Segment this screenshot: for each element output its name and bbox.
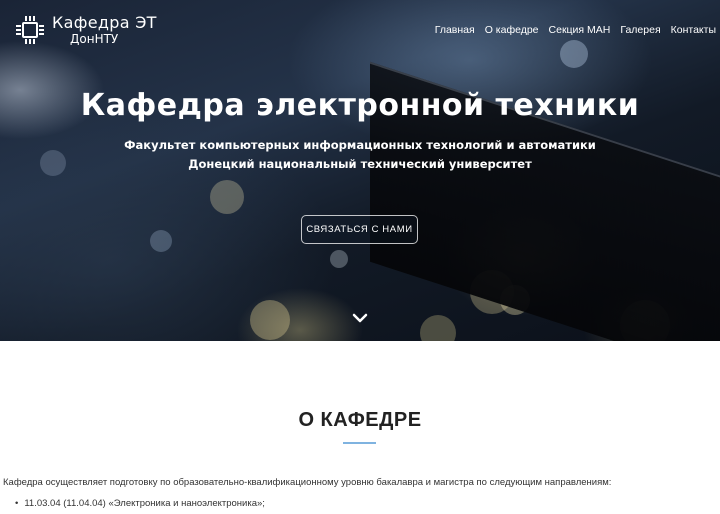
bokeh-light	[330, 250, 348, 268]
site-logo[interactable]: Кафедра ЭТ ДонНТУ	[16, 15, 157, 45]
bokeh-light	[560, 40, 588, 68]
logo-subtitle: ДонНТУ	[70, 32, 119, 46]
nav-item-contacts[interactable]: Контакты	[671, 24, 716, 36]
main-nav: Главная О кафедре Секция МАН Галерея Кон…	[425, 24, 716, 36]
contact-us-button[interactable]: СВЯЗАТЬСЯ С НАМИ	[301, 215, 418, 244]
nav-item-about[interactable]: О кафедре	[485, 24, 539, 36]
hero-section: Кафедра ЭТ ДонНТУ Главная О кафедре Секц…	[0, 0, 720, 341]
about-section-title: О КАФЕДРЕ	[298, 409, 422, 431]
chevron-down-icon[interactable]	[352, 313, 368, 323]
hero-subtitle-faculty: Факультет компьютерных информационных те…	[124, 138, 596, 152]
nav-item-home[interactable]: Главная	[435, 24, 475, 36]
bokeh-light	[420, 315, 456, 341]
nav-item-man-section[interactable]: Секция МАН	[549, 24, 611, 36]
title-underline	[343, 442, 376, 444]
logo-title: Кафедра ЭТ	[52, 13, 157, 32]
hero-title: Кафедра электронной техники	[80, 88, 640, 123]
about-description: Кафедра осуществляет подготовку по образ…	[3, 477, 612, 488]
programs-list: 11.03.04 (11.04.04) «Электроника и наноэ…	[15, 498, 265, 509]
bokeh-light	[250, 300, 290, 340]
hero-subtitle-university: Донецкий национальный технический универ…	[188, 157, 532, 171]
list-item: 11.03.04 (11.04.04) «Электроника и наноэ…	[15, 498, 265, 509]
bokeh-light	[210, 180, 244, 214]
nav-item-gallery[interactable]: Галерея	[620, 24, 660, 36]
bokeh-light	[150, 230, 172, 252]
chip-icon	[16, 16, 44, 44]
